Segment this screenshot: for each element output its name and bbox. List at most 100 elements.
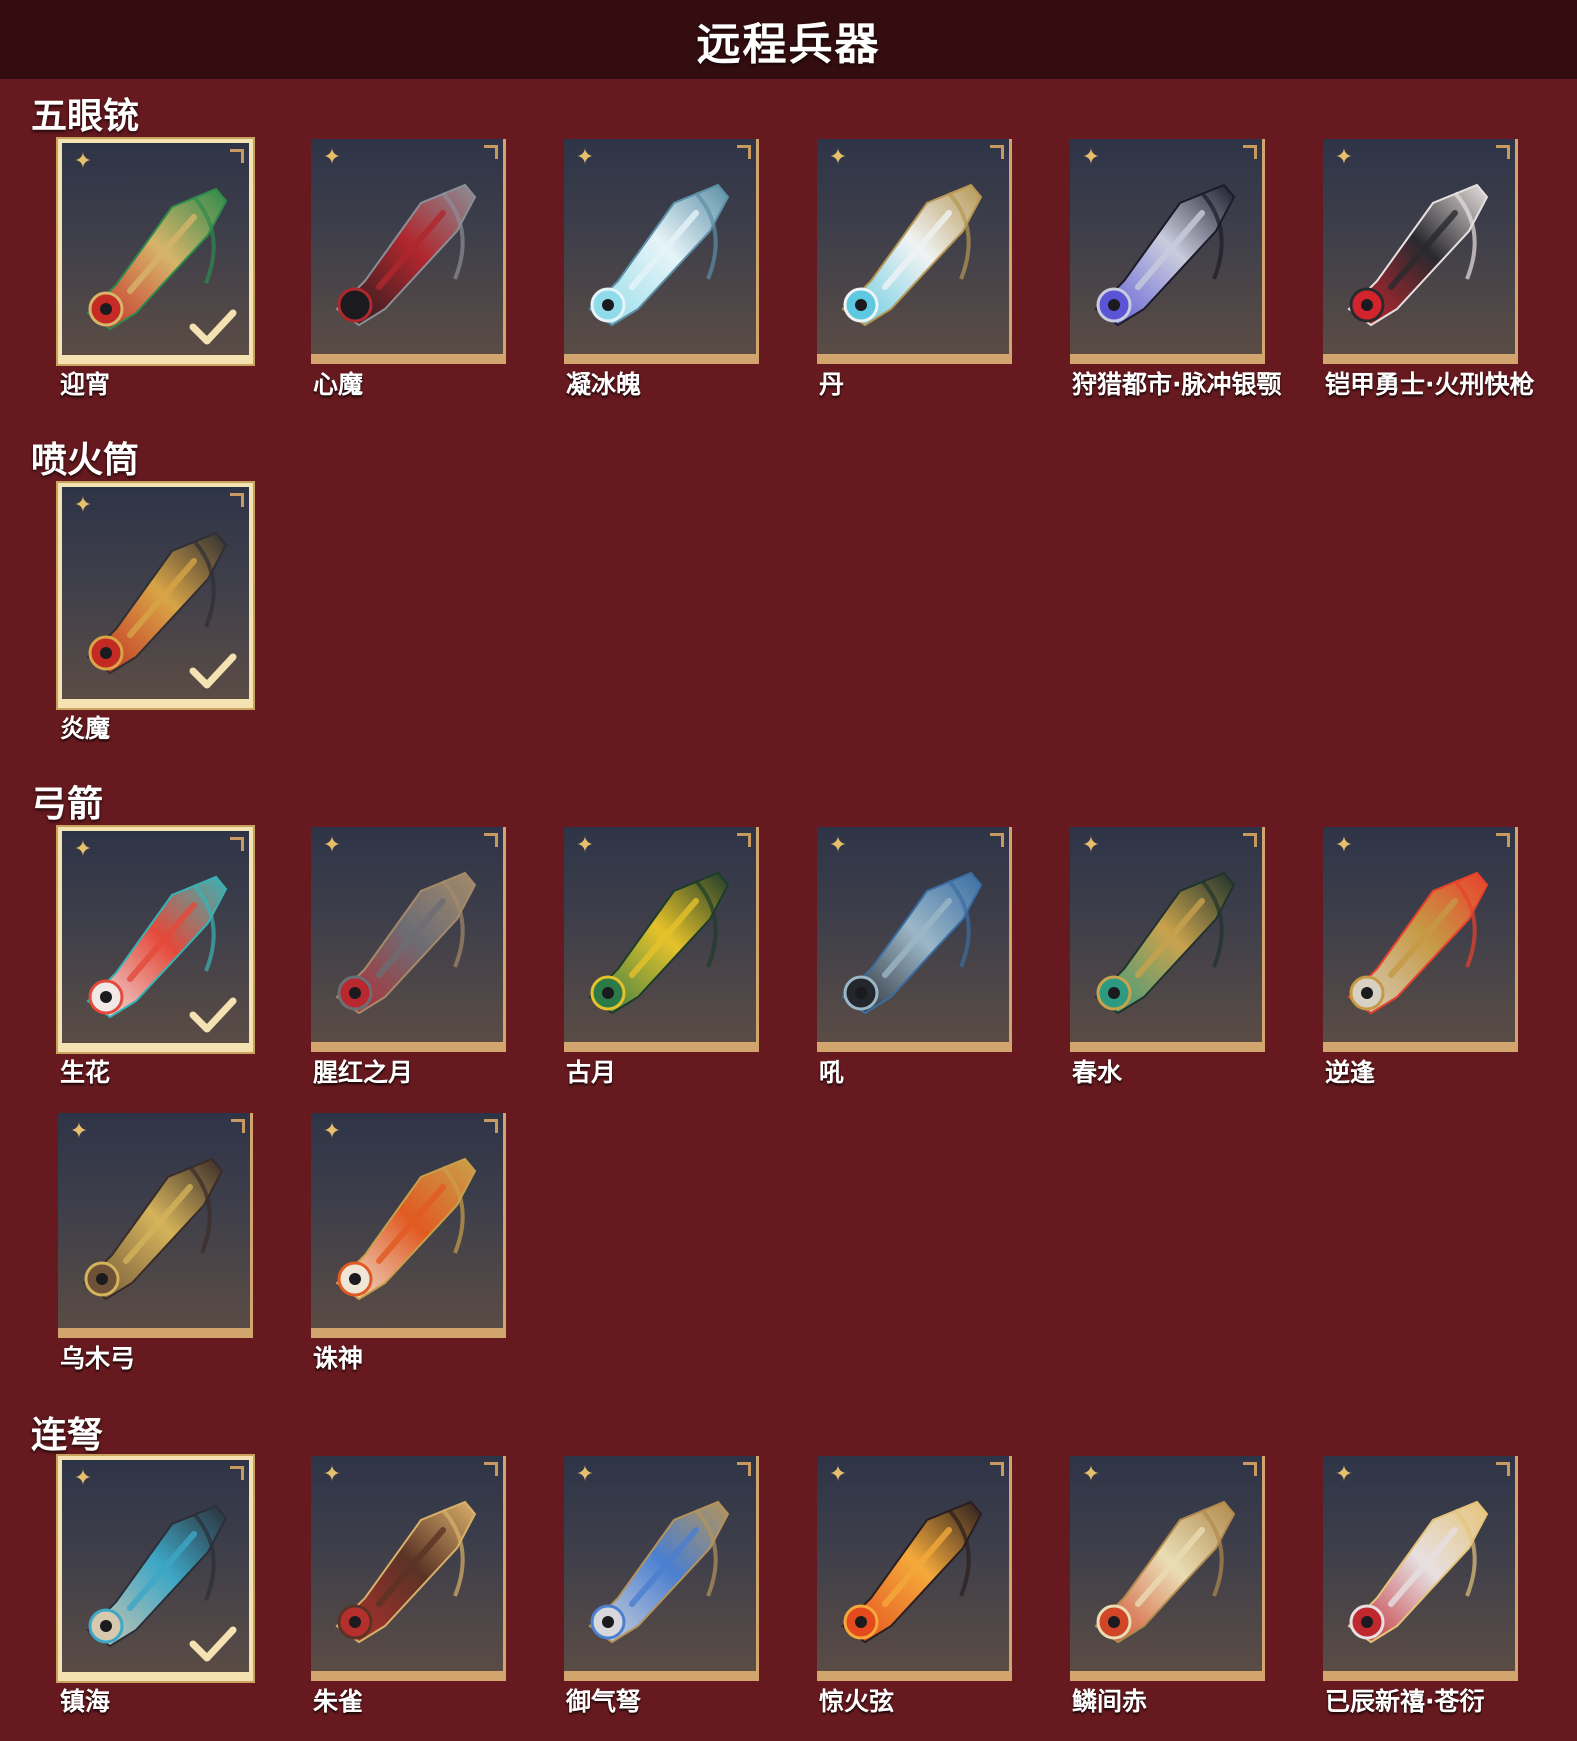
weapon-art-icon xyxy=(335,871,477,1015)
weapon-card[interactable]: ✦ 炎魔 xyxy=(58,483,253,743)
rarity-star-icon: ✦ xyxy=(73,493,93,518)
rarity-star-icon: ✦ xyxy=(1334,1462,1354,1487)
owned-check-icon xyxy=(189,1626,237,1662)
weapon-name: 心魔 xyxy=(313,370,364,399)
weapon-art-icon xyxy=(841,871,983,1015)
rarity-star-icon: ✦ xyxy=(322,145,342,170)
weapon-name: 乌木弓 xyxy=(60,1344,136,1373)
weapon-name: 凝冰魄 xyxy=(566,370,642,399)
weapon-thumbnail: ✦ xyxy=(311,139,506,364)
weapon-thumbnail: ✦ xyxy=(564,1456,759,1681)
weapon-card[interactable]: ✦ 诛神 xyxy=(311,1113,506,1373)
weapon-thumbnail: ✦ xyxy=(311,1456,506,1681)
category-title-gongjian: 弓箭 xyxy=(31,784,104,825)
weapon-card[interactable]: ✦ 镇海 xyxy=(58,1456,253,1716)
weapon-card[interactable]: ✦ 朱雀 xyxy=(311,1456,506,1716)
rarity-star-icon: ✦ xyxy=(322,1119,342,1144)
weapon-card[interactable]: ✦ 乌木弓 xyxy=(58,1113,253,1373)
rarity-star-icon: ✦ xyxy=(1334,145,1354,170)
weapon-art-icon xyxy=(588,1500,730,1644)
rarity-star-icon: ✦ xyxy=(73,837,93,862)
weapon-thumbnail: ✦ xyxy=(817,1456,1012,1681)
weapon-name: 镇海 xyxy=(60,1687,111,1716)
rarity-star-icon: ✦ xyxy=(1081,833,1101,858)
corner-marker-icon xyxy=(737,145,751,159)
weapon-name: 吼 xyxy=(819,1058,845,1087)
rarity-star-icon: ✦ xyxy=(1334,833,1354,858)
weapon-card[interactable]: ✦ 御气弩 xyxy=(564,1456,759,1716)
rarity-star-icon: ✦ xyxy=(322,1462,342,1487)
weapon-name: 春水 xyxy=(1072,1058,1123,1087)
weapon-name: 丹 xyxy=(819,370,845,399)
weapon-card[interactable]: ✦ 迎宵 xyxy=(58,139,253,399)
weapon-art-icon xyxy=(335,183,477,327)
weapon-art-icon xyxy=(1094,871,1236,1015)
weapon-thumbnail: ✦ xyxy=(1323,139,1518,364)
owned-check-icon xyxy=(189,653,237,689)
corner-marker-icon xyxy=(990,145,1004,159)
weapon-name: 铠甲勇士·火刑快枪 xyxy=(1325,370,1535,399)
corner-marker-icon xyxy=(484,145,498,159)
weapon-card[interactable]: ✦ 铠甲勇士·火刑快枪 xyxy=(1323,139,1535,399)
weapon-thumbnail: ✦ xyxy=(311,1113,506,1338)
corner-marker-icon xyxy=(230,149,244,163)
weapon-card[interactable]: ✦ 凝冰魄 xyxy=(564,139,759,399)
weapon-art-icon xyxy=(841,183,983,327)
weapon-card[interactable]: ✦ 已辰新禧·苍衍 xyxy=(1323,1456,1518,1716)
weapon-art-icon xyxy=(1094,1500,1236,1644)
weapon-thumbnail: ✦ xyxy=(58,827,253,1052)
weapon-thumbnail: ✦ xyxy=(564,827,759,1052)
corner-marker-icon xyxy=(737,833,751,847)
weapon-art-icon xyxy=(82,1157,224,1301)
weapon-card[interactable]: ✦ 逆逢 xyxy=(1323,827,1518,1087)
corner-marker-icon xyxy=(1243,1462,1257,1476)
weapon-card[interactable]: ✦ 惊火弦 xyxy=(817,1456,1012,1716)
weapon-name: 古月 xyxy=(566,1058,617,1087)
corner-marker-icon xyxy=(1243,833,1257,847)
rarity-star-icon: ✦ xyxy=(828,145,848,170)
category-title-wuyanchong: 五眼铳 xyxy=(31,96,140,137)
weapon-card[interactable]: ✦ 古月 xyxy=(564,827,759,1087)
rarity-star-icon: ✦ xyxy=(73,1466,93,1491)
weapon-name: 迎宵 xyxy=(60,370,111,399)
rarity-star-icon: ✦ xyxy=(575,1462,595,1487)
page-header: 远程兵器 xyxy=(0,0,1577,79)
weapon-thumbnail: ✦ xyxy=(817,827,1012,1052)
weapon-name: 已辰新禧·苍衍 xyxy=(1325,1687,1485,1716)
weapon-card[interactable]: ✦ 春水 xyxy=(1070,827,1265,1087)
rarity-star-icon: ✦ xyxy=(575,833,595,858)
rarity-star-icon: ✦ xyxy=(73,149,93,174)
corner-marker-icon xyxy=(1243,145,1257,159)
corner-marker-icon xyxy=(484,1462,498,1476)
rarity-star-icon: ✦ xyxy=(1081,1462,1101,1487)
rarity-star-icon: ✦ xyxy=(322,833,342,858)
weapon-thumbnail: ✦ xyxy=(1070,827,1265,1052)
rarity-star-icon: ✦ xyxy=(828,833,848,858)
corner-marker-icon xyxy=(230,493,244,507)
weapon-card[interactable]: ✦ 生花 xyxy=(58,827,253,1087)
weapon-thumbnail: ✦ xyxy=(58,483,253,708)
corner-marker-icon xyxy=(990,833,1004,847)
weapon-name: 炎魔 xyxy=(60,714,111,743)
page-title: 远程兵器 xyxy=(696,18,881,70)
weapon-card[interactable]: ✦ 心魔 xyxy=(311,139,506,399)
weapon-card[interactable]: ✦ 鳞间赤 xyxy=(1070,1456,1265,1716)
weapon-card[interactable]: ✦ 丹 xyxy=(817,139,1012,399)
owned-check-icon xyxy=(189,997,237,1033)
corner-marker-icon xyxy=(1496,145,1510,159)
weapon-thumbnail: ✦ xyxy=(564,139,759,364)
weapon-card[interactable]: ✦ 腥红之月 xyxy=(311,827,506,1087)
weapon-thumbnail: ✦ xyxy=(58,139,253,364)
weapon-thumbnail: ✦ xyxy=(311,827,506,1052)
weapon-name: 诛神 xyxy=(313,1344,364,1373)
corner-marker-icon xyxy=(484,1119,498,1133)
weapon-name: 御气弩 xyxy=(566,1687,642,1716)
weapon-art-icon xyxy=(1094,183,1236,327)
weapon-card[interactable]: ✦ 吼 xyxy=(817,827,1012,1087)
weapon-name: 鳞间赤 xyxy=(1072,1687,1148,1716)
weapon-thumbnail: ✦ xyxy=(817,139,1012,364)
weapon-card[interactable]: ✦ 狩猎都市·脉冲银颚 xyxy=(1070,139,1282,399)
weapon-thumbnail: ✦ xyxy=(1323,1456,1518,1681)
weapon-thumbnail: ✦ xyxy=(1323,827,1518,1052)
weapon-name: 逆逢 xyxy=(1325,1058,1376,1087)
